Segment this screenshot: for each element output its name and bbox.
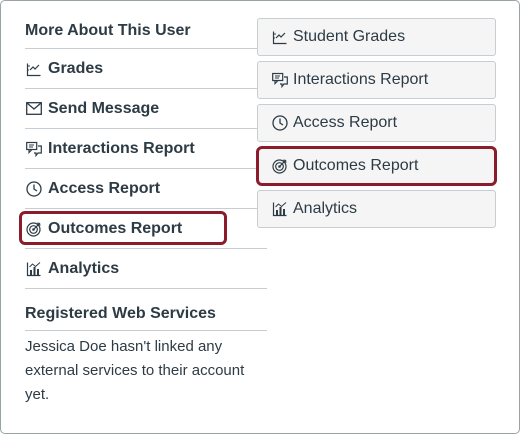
registered-web-services-text: Jessica Doe hasn't linked any external s… (25, 338, 245, 403)
access-report-button-label: Access Report (293, 114, 398, 131)
access-report-link-label: Access Report (48, 179, 161, 197)
grades-link-label: Grades (48, 59, 104, 77)
gradebook-icon (271, 28, 289, 46)
registered-web-services-heading: Registered Web Services (25, 302, 267, 331)
target-icon (271, 157, 289, 175)
analytics-button[interactable]: Analytics (257, 190, 496, 228)
interactions-report-link[interactable]: Interactions Report (25, 129, 267, 169)
send-message-link-label: Send Message (48, 99, 160, 117)
clock-icon (271, 114, 289, 132)
more-about-user-section: More About This User Grades Send Message… (19, 17, 267, 407)
send-message-link[interactable]: Send Message (25, 89, 267, 129)
target-icon (25, 220, 43, 238)
envelope-icon (25, 100, 43, 118)
interactions-report-link-label: Interactions Report (48, 139, 195, 157)
user-info-panel: More About This User Grades Send Message… (0, 0, 520, 434)
interactions-report-button-label: Interactions Report (293, 71, 429, 88)
access-report-link[interactable]: Access Report (25, 169, 267, 209)
analytics-link[interactable]: Analytics (25, 249, 267, 289)
clock-icon (25, 180, 43, 198)
gradebook-icon (25, 60, 43, 78)
student-grades-button[interactable]: Student Grades (257, 18, 496, 56)
outcomes-report-button[interactable]: Outcomes Report (256, 146, 497, 186)
access-report-button[interactable]: Access Report (257, 104, 496, 142)
student-grades-button-label: Student Grades (293, 28, 406, 45)
grades-link[interactable]: Grades (25, 49, 267, 89)
analytics-chart-icon (25, 260, 43, 278)
analytics-link-label: Analytics (48, 259, 120, 277)
analytics-chart-icon (271, 200, 289, 218)
analytics-button-label: Analytics (293, 200, 358, 217)
chat-bubbles-icon (25, 140, 43, 158)
section-heading: More About This User (25, 17, 267, 49)
outcomes-report-button-label: Outcomes Report (293, 157, 419, 174)
chat-bubbles-icon (271, 71, 289, 89)
outcomes-report-link[interactable]: Outcomes Report (19, 209, 267, 249)
outcomes-report-link-label: Outcomes Report (48, 219, 183, 237)
interactions-report-button[interactable]: Interactions Report (257, 61, 496, 99)
user-report-buttons: Student Grades Interactions Report Acces… (256, 18, 497, 233)
